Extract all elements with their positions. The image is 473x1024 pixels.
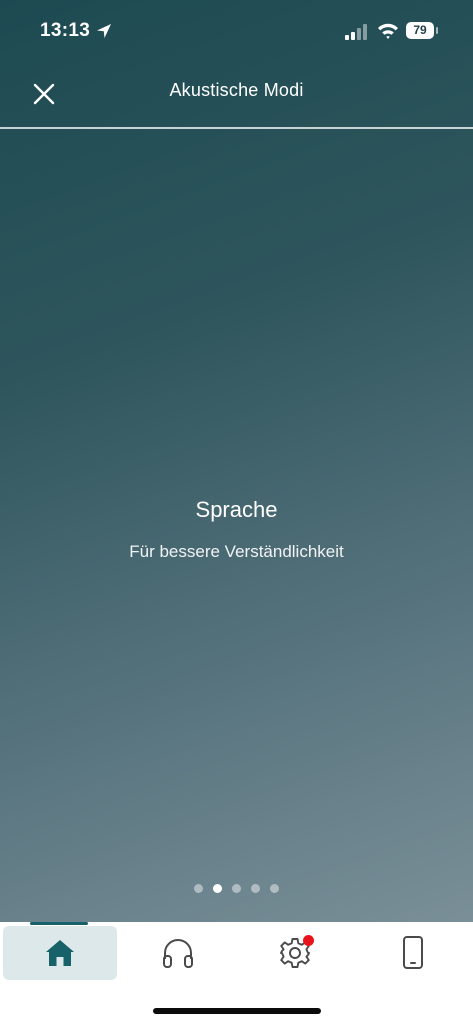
header-divider [0,127,473,129]
page-dot-3[interactable] [232,884,241,893]
phone-icon [403,936,423,969]
mode-subtitle: Für bessere Verständlichkeit [129,542,344,561]
status-bar: 13:13 79 [0,0,473,60]
header: Akustische Modi [0,60,473,128]
page-title: Akustische Modi [169,80,304,100]
page-dot-2-active[interactable] [213,884,222,893]
home-icon [46,940,74,966]
headphones-icon [163,939,193,968]
home-indicator-bar [153,1008,321,1014]
page-dot-4[interactable] [251,884,260,893]
wifi-icon [378,23,398,39]
status-time: 13:13 [40,20,91,41]
page-dot-1[interactable] [194,884,203,893]
battery-nub [436,27,438,34]
mode-title: Sprache [195,497,278,522]
tab-headphones[interactable] [121,926,235,980]
battery-icon: 79 [406,22,438,39]
page-indicator[interactable] [0,884,473,893]
battery-level: 79 [406,22,434,39]
notification-badge [303,935,314,946]
location-arrow-icon [97,24,111,38]
tab-settings[interactable] [238,926,352,980]
tab-device[interactable] [356,926,470,980]
mode-screen: 13:13 79 Akustische Modi Sprache Für bes… [0,0,473,922]
active-tab-indicator [30,922,88,925]
cellular-signal-icon [345,24,367,40]
page-dot-5[interactable] [270,884,279,893]
tab-home[interactable] [3,926,117,980]
